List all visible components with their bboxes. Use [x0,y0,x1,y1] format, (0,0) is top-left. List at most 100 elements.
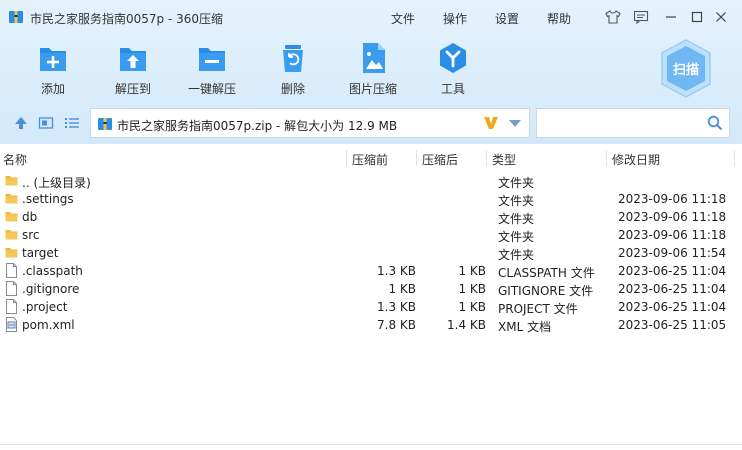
file-size-after: 1.4 KB [447,318,486,332]
document-icon [6,281,17,296]
window-title: 市民之家服务指南0057p - 360压缩 [30,12,224,26]
file-row[interactable]: src 文件夹 2023-09-06 11:18 [0,226,742,244]
view-thumbnail-button[interactable] [37,114,55,132]
minimize-icon [666,16,676,18]
document-icon [6,299,17,314]
verified-v-icon[interactable] [483,115,499,131]
close-button[interactable] [712,8,730,26]
file-modified: 2023-09-06 11:18 [618,228,727,242]
folder-icon [5,230,18,240]
file-size-before: 1.3 KB [377,264,416,278]
folder-icon [5,194,18,204]
one-click-extract-icon [199,48,225,71]
view-list-button[interactable] [63,114,81,132]
file-modified: 2023-09-06 11:54 [618,246,727,260]
file-name: .classpath [22,264,83,278]
column-divider[interactable] [734,150,735,166]
list-view-icon [65,118,79,128]
file-type: 文件夹 [498,230,535,244]
arrow-up-icon [15,117,27,129]
menu-operate[interactable]: 操作 [443,10,467,27]
column-name[interactable]: 名称 [3,151,27,168]
one-click-extract-label: 一键解压 [187,82,236,96]
shirt-icon [605,10,621,24]
file-row[interactable]: db 文件夹 2023-09-06 11:18 [0,208,742,226]
thumbnail-view-icon [38,117,54,129]
column-before[interactable]: 压缩前 [352,151,388,168]
column-modified[interactable]: 修改日期 [612,151,660,168]
maximize-button[interactable] [688,8,706,26]
add-button[interactable]: 添加 [21,40,85,98]
column-divider[interactable] [606,150,607,166]
menu-help[interactable]: 帮助 [547,10,571,27]
image-compress-icon [363,43,385,73]
file-size-before: 1.3 KB [377,300,416,314]
maximize-icon [691,11,703,23]
file-size-after: 1 KB [458,282,486,296]
zip-file-icon [98,118,112,130]
app-logo-icon [9,11,23,23]
column-divider[interactable] [416,150,417,166]
folder-icon [5,248,18,258]
column-divider[interactable] [346,150,347,166]
delete-label: 删除 [280,82,305,96]
extract-to-button[interactable]: 解压到 [101,40,165,98]
file-size-before: 7.8 KB [377,318,416,332]
file-modified: 2023-06-25 11:04 [618,282,727,296]
search-box [536,108,730,138]
image-compress-button[interactable]: 图片压缩 [341,40,405,98]
file-row[interactable]: target 文件夹 2023-09-06 11:54 [0,244,742,262]
tools-button[interactable]: 工具 [421,40,485,98]
file-size-before: 1 KB [388,282,416,296]
file-row[interactable]: pom.xml 7.8 KB 1.4 KB XML 文档 2023-06-25 11:0… [0,316,742,334]
chevron-down-icon[interactable] [509,120,521,128]
file-type: PROJECT 文件 [498,302,578,316]
up-button[interactable] [12,114,30,132]
menu-file[interactable]: 文件 [391,10,415,27]
file-type: 文件夹 [498,194,535,208]
file-row[interactable]: .. (上级目录) 文件夹 [0,172,742,190]
file-type: CLASSPATH 文件 [498,266,595,280]
file-type: XML 文档 [498,320,552,334]
file-modified: 2023-06-25 11:05 [618,318,727,332]
file-type: 文件夹 [498,176,535,190]
menu-settings[interactable]: 设置 [495,10,519,27]
one-click-extract-button[interactable]: 一键解压 [180,40,244,98]
file-type: GITIGNORE 文件 [498,284,594,298]
column-headers: 名称 压缩前 压缩后 类型 修改日期 [0,147,742,169]
image-compress-label: 图片压缩 [348,82,397,96]
file-name: .settings [22,192,74,206]
column-type[interactable]: 类型 [492,151,516,168]
tools-icon [440,43,466,73]
scan-label: 扫描 [672,63,699,78]
scan-button[interactable]: 扫描 [658,38,714,100]
file-row[interactable]: .settings 文件夹 2023-09-06 11:18 [0,190,742,208]
feedback-button[interactable] [632,8,650,26]
file-row[interactable]: .project 1.3 KB 1 KB PROJECT 文件 2023-06-25 1… [0,298,742,316]
add-label: 添加 [40,82,65,96]
column-divider[interactable] [486,150,487,166]
file-name: .. (上级目录) [22,176,91,190]
column-after[interactable]: 压缩后 [422,151,458,168]
skin-button[interactable] [604,8,622,26]
document-icon [6,263,17,278]
delete-button[interactable]: 删除 [261,40,325,98]
xml-file-icon [6,317,17,332]
search-input[interactable] [541,113,701,133]
file-type: 文件夹 [498,212,535,226]
file-name: pom.xml [22,318,75,332]
file-row[interactable]: .classpath 1.3 KB 1 KB CLASSPATH 文件 2023-06-… [0,262,742,280]
file-size-after: 1 KB [458,264,486,278]
minimize-button[interactable] [662,8,680,26]
top-panel: 市民之家服务指南0057p - 360压缩 文件 操作 设置 帮助 添加 解压到… [0,0,742,144]
file-row[interactable]: .gitignore 1 KB 1 KB GITIGNORE 文件 2023-06-25… [0,280,742,298]
title-bar: 市民之家服务指南0057p - 360压缩 文件 操作 设置 帮助 [0,0,742,34]
search-icon[interactable] [707,115,723,131]
message-icon [633,10,649,24]
file-name: .gitignore [22,282,80,296]
folder-icon [5,176,18,186]
file-name: db [22,210,38,224]
add-icon [40,48,66,71]
file-type: 文件夹 [498,248,535,262]
address-bar[interactable]: 市民之家服务指南0057p.zip - 解包大小为 12.9 MB [90,108,530,138]
